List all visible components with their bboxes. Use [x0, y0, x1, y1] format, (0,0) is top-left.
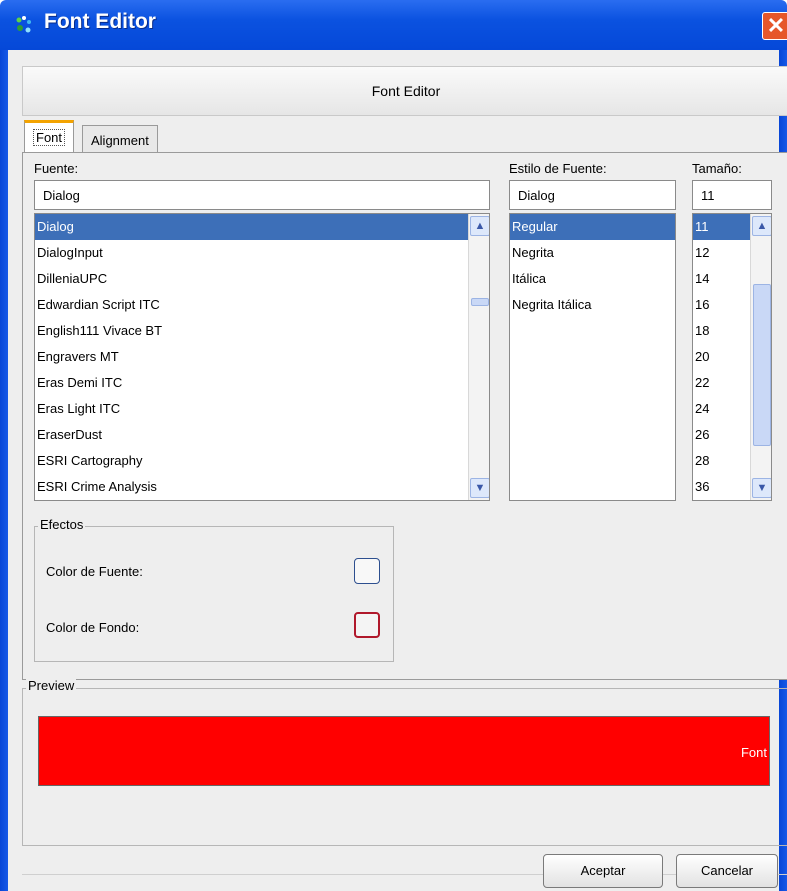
font-style-list[interactable]: Regular Negrita Itálica Negrita Itálica [509, 213, 676, 501]
list-item[interactable]: DilleniaUPC [35, 266, 489, 292]
efectos-group [34, 526, 394, 662]
list-item[interactable]: Engravers MT [35, 344, 489, 370]
efectos-legend: Efectos [38, 517, 86, 532]
font-name-input[interactable]: Dialog [34, 180, 490, 210]
list-item[interactable]: English111 Vivace BT [35, 318, 489, 344]
list-item[interactable]: Dialog [35, 214, 489, 240]
tamano-label: Tamaño: [692, 161, 742, 176]
list-item[interactable]: Eras Light ITC [35, 396, 489, 422]
scroll-up-icon[interactable]: ▲ [752, 216, 771, 236]
list-item[interactable]: EraserDust [35, 422, 489, 448]
font-size-list[interactable]: 11 12 14 16 18 20 22 24 26 28 36 ▲ ▼ [692, 213, 772, 501]
background-color-swatch[interactable] [354, 612, 380, 638]
list-item[interactable]: ESRI Crime Analysis [35, 474, 489, 500]
scroll-thumb[interactable] [753, 284, 771, 446]
window-title: Font Editor [44, 10, 156, 33]
list-item[interactable]: ESRI Cartography [35, 448, 489, 474]
scroll-down-icon[interactable]: ▼ [752, 478, 771, 498]
font-list-scrollbar[interactable]: ▲ ▼ [468, 214, 489, 500]
app-icon [16, 16, 31, 33]
fuente-label: Fuente: [34, 161, 79, 176]
estilo-label: Estilo de Fuente: [509, 161, 607, 176]
tab-font[interactable]: Font [24, 120, 75, 155]
dialog-header: Font Editor [22, 66, 787, 116]
tab-font-label: Font [33, 129, 66, 146]
list-item[interactable]: Regular [510, 214, 675, 240]
size-list-scrollbar[interactable]: ▲ ▼ [750, 214, 771, 500]
dialog-client: Font Editor Font Alignment Fuente: Dialo… [8, 50, 787, 891]
font-style-items: Regular Negrita Itálica Negrita Itálica [510, 214, 675, 318]
title-bar[interactable]: Font Editor ✕ [0, 0, 787, 50]
background-color-label: Color de Fondo: [46, 620, 140, 635]
list-item[interactable]: DialogInput [35, 240, 489, 266]
font-name-items: Dialog DialogInput DilleniaUPC Edwardian Sc… [35, 214, 489, 500]
separator [22, 874, 787, 875]
list-item[interactable]: Eras Demi ITC [35, 370, 489, 396]
preview-text: Font [740, 745, 767, 760]
list-item[interactable]: Negrita [510, 240, 675, 266]
close-icon[interactable]: ✕ [762, 12, 787, 40]
accept-button[interactable]: Aceptar [543, 854, 663, 888]
scroll-up-icon[interactable]: ▲ [470, 216, 489, 236]
preview-area: Font [38, 716, 770, 786]
font-name-list[interactable]: Dialog DialogInput DilleniaUPC Edwardian Sc… [34, 213, 490, 501]
cancel-button[interactable]: Cancelar [676, 854, 778, 888]
font-color-label: Color de Fuente: [46, 564, 143, 579]
list-item[interactable]: Negrita Itálica [510, 292, 675, 318]
font-size-input[interactable]: 11 [692, 180, 772, 210]
list-item[interactable]: Edwardian Script ITC [35, 292, 489, 318]
scroll-thumb[interactable] [471, 298, 489, 306]
scroll-down-icon[interactable]: ▼ [470, 478, 489, 498]
preview-legend: Preview [26, 678, 77, 693]
list-item[interactable]: Itálica [510, 266, 675, 292]
font-style-input[interactable]: Dialog [509, 180, 676, 210]
window-frame-left [0, 50, 8, 891]
font-color-swatch[interactable] [354, 558, 380, 584]
